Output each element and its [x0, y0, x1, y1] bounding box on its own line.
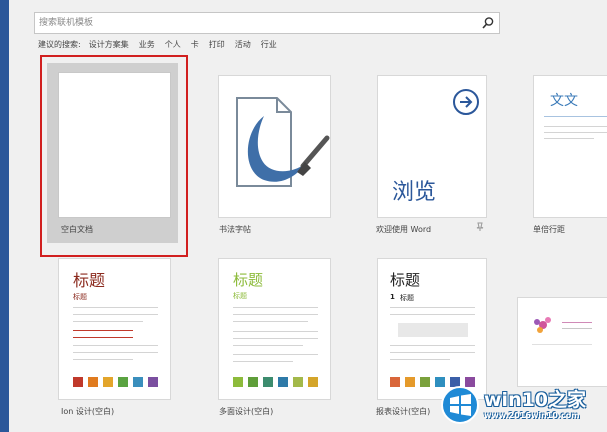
site-watermark: win10之家 www.2016win10.com [440, 383, 607, 432]
watermark-brand: win10之家 [484, 389, 587, 411]
template-search-box [34, 12, 500, 34]
report-design-thumbnail[interactable]: 标题 1 标题 [377, 258, 487, 400]
suggested-searches-label: 建议的搜索: [38, 40, 81, 49]
calligraphy-label: 书法字帖 [219, 225, 251, 234]
suggested-search-cards[interactable]: 卡 [191, 39, 199, 50]
search-input[interactable] [39, 15, 469, 31]
left-navigation-strip [0, 0, 9, 432]
facet-design-thumbnail[interactable]: 标题 标题 [218, 258, 331, 400]
welcome-to-word-label: 欢迎使用 Word [376, 225, 432, 234]
flower-icon [534, 317, 551, 333]
watermark-url: www.2016win10.com [484, 411, 580, 420]
partial-template-thumbnail[interactable] [517, 297, 607, 387]
report-preview-heading-number: 1 [390, 293, 395, 301]
facet-design-label: 多面设计(空白) [219, 407, 274, 416]
calligraphy-brush-icon [236, 97, 330, 187]
ion-preview-title: 标题 [73, 271, 106, 290]
ion-design-label: Ion 设计(空白) [61, 407, 115, 416]
welcome-preview-text: 浏览 [392, 180, 437, 205]
facet-preview-subtitle: 标题 [233, 292, 247, 300]
search-icon[interactable] [480, 15, 496, 31]
welcome-to-word-thumbnail[interactable]: 浏览 [377, 75, 487, 218]
report-preview-heading: 标题 [400, 294, 414, 302]
suggested-search-personal[interactable]: 个人 [165, 39, 181, 50]
arrow-right-circle-icon [453, 89, 479, 115]
suggested-search-events[interactable]: 活动 [235, 39, 251, 50]
facet-preview-title: 标题 [233, 271, 264, 289]
ion-design-thumbnail[interactable]: 标题 标题 [58, 258, 171, 400]
single-spacing-label: 单倍行距 [533, 225, 565, 234]
ion-preview-subtitle: 标题 [73, 293, 87, 301]
single-spacing-thumbnail[interactable]: 文文 [533, 75, 607, 218]
calligraphy-thumbnail[interactable] [218, 75, 331, 218]
suggested-search-business[interactable]: 业务 [139, 39, 155, 50]
win10-logo-icon [441, 386, 479, 424]
report-design-label: 报表设计(空白) [376, 407, 431, 416]
pin-icon[interactable] [476, 222, 484, 232]
single-spacing-preview-title: 文文 [550, 93, 578, 109]
suggested-search-print[interactable]: 打印 [209, 39, 225, 50]
report-preview-title: 标题 [390, 271, 421, 289]
suggested-search-industry[interactable]: 行业 [261, 39, 277, 50]
suggested-searches: 建议的搜索: 设计方案集 业务 个人卡打印 活动 行业 [38, 39, 287, 50]
suggested-search-design-sets[interactable]: 设计方案集 [89, 39, 129, 50]
selection-highlight [40, 55, 188, 257]
